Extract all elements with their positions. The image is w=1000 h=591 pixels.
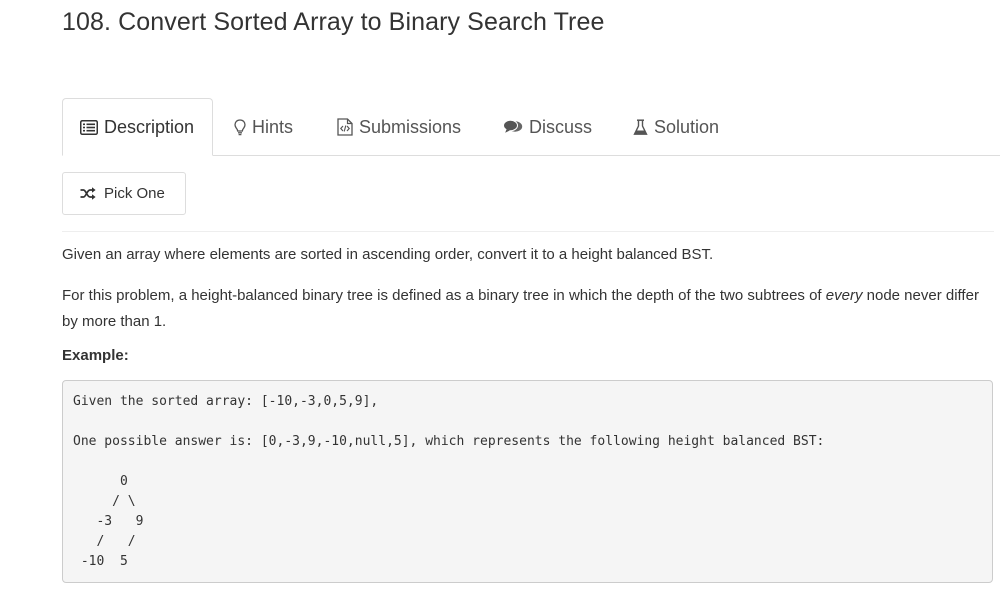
pick-one-label: Pick One (104, 185, 165, 202)
shuffle-icon (80, 187, 96, 200)
tab-description-label: Description (104, 116, 195, 137)
description-paragraph-1: Given an array where elements are sorted… (62, 246, 714, 263)
lightbulb-icon (234, 118, 246, 136)
list-icon (80, 119, 98, 135)
tab-solution[interactable]: Solution (633, 98, 719, 156)
tab-submissions-label: Submissions (359, 116, 462, 137)
comments-icon (503, 119, 523, 135)
tab-hints-label: Hints (252, 116, 294, 137)
code-file-icon (337, 118, 353, 136)
example-code-block: Given the sorted array: [-10,-3,0,5,9], … (62, 380, 993, 583)
tab-bar: Description Hints Submissions Discuss So… (62, 98, 1000, 156)
section-divider (62, 231, 994, 232)
example-heading: Example: (62, 347, 129, 364)
tab-solution-label: Solution (654, 116, 720, 137)
flask-icon (633, 118, 648, 136)
tab-submissions[interactable]: Submissions (337, 98, 461, 156)
tab-discuss[interactable]: Discuss (503, 98, 592, 156)
problem-title: 108. Convert Sorted Array to Binary Sear… (62, 8, 605, 36)
tab-discuss-label: Discuss (529, 116, 593, 137)
tab-description[interactable]: Description (62, 98, 213, 156)
paragraph-2-emphasis: every (825, 287, 863, 304)
description-paragraph-2: For this problem, a height-balanced bina… (62, 283, 987, 335)
pick-one-button[interactable]: Pick One (62, 172, 186, 215)
paragraph-2-text-start: For this problem, a height-balanced bina… (62, 287, 826, 304)
tab-hints[interactable]: Hints (234, 98, 293, 156)
